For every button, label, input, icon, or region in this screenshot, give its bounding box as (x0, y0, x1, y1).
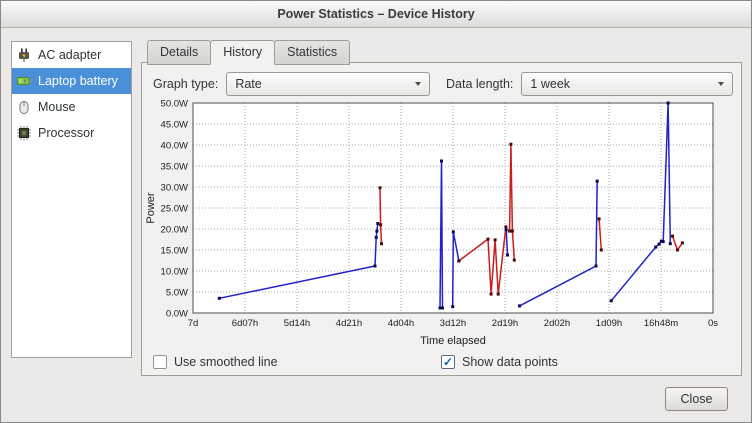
device-list: AC adapter Laptop battery M (11, 41, 132, 358)
svg-text:0s: 0s (708, 318, 718, 329)
svg-text:3d12h: 3d12h (440, 318, 466, 329)
tab-label: Statistics (287, 45, 337, 59)
checkbox-label: Use smoothed line (174, 355, 278, 369)
show-data-points-checkbox[interactable]: ✓ Show data points (441, 355, 558, 369)
svg-text:30.0W: 30.0W (161, 183, 188, 194)
close-button-label: Close (681, 392, 713, 406)
device-item-ac-adapter[interactable]: AC adapter (12, 42, 131, 68)
svg-text:5.0W: 5.0W (166, 288, 188, 299)
history-chart-area: 50.0W 45.0W 40.0W 35.0W 30.0W 25.0W 20.0W 15.0W… (141, 98, 723, 350)
svg-text:25.0W: 25.0W (161, 204, 188, 215)
tab-details[interactable]: Details (147, 40, 211, 65)
power-statistics-window: Power Statistics – Device History AC ada… (0, 0, 752, 423)
svg-text:4d04h: 4d04h (388, 318, 414, 329)
tab-history[interactable]: History (210, 40, 275, 65)
svg-text:40.0W: 40.0W (161, 141, 188, 152)
graph-type-value: Rate (235, 77, 409, 91)
processor-icon (16, 125, 32, 141)
chevron-down-icon (415, 82, 421, 86)
window-title: Power Statistics – Device History (277, 7, 474, 21)
svg-text:5d14h: 5d14h (284, 318, 310, 329)
svg-text:4d21h: 4d21h (336, 318, 362, 329)
graph-type-label: Graph type: (153, 77, 218, 91)
history-chart: 50.0W 45.0W 40.0W 35.0W 30.0W 25.0W 20.0W 15.0W… (141, 98, 723, 350)
mouse-icon (16, 99, 32, 115)
svg-text:1d09h: 1d09h (596, 318, 622, 329)
checkbox-box[interactable]: ✓ (441, 355, 455, 369)
laptop-battery-icon (16, 73, 32, 89)
device-item-mouse[interactable]: Mouse (12, 94, 131, 120)
device-item-label: Processor (38, 126, 94, 140)
data-length-label: Data length: (446, 77, 513, 91)
ac-adapter-icon (16, 47, 32, 63)
device-item-processor[interactable]: Processor (12, 120, 131, 146)
tab-bar: Details History Statistics (147, 40, 349, 65)
svg-text:45.0W: 45.0W (161, 120, 188, 131)
svg-text:2d19h: 2d19h (492, 318, 518, 329)
device-item-label: AC adapter (38, 48, 101, 62)
tab-label: History (223, 45, 262, 59)
svg-text:50.0W: 50.0W (161, 99, 188, 110)
svg-text:10.0W: 10.0W (161, 267, 188, 278)
chevron-down-icon (718, 82, 724, 86)
data-length-dropdown[interactable]: 1 week (521, 72, 733, 96)
svg-text:6d07h: 6d07h (232, 318, 258, 329)
svg-text:16h48m: 16h48m (644, 318, 678, 329)
data-length-value: 1 week (530, 77, 712, 91)
graph-controls: Graph type: Rate Data length: 1 week (153, 72, 733, 96)
svg-text:0.0W: 0.0W (166, 309, 188, 320)
tab-statistics[interactable]: Statistics (274, 40, 350, 65)
tab-label: Details (160, 45, 198, 59)
svg-text:7d: 7d (188, 318, 199, 329)
device-item-label: Mouse (38, 100, 76, 114)
svg-text:15.0W: 15.0W (161, 246, 188, 257)
svg-text:20.0W: 20.0W (161, 225, 188, 236)
svg-text:Time elapsed: Time elapsed (420, 335, 486, 347)
svg-text:2d02h: 2d02h (544, 318, 570, 329)
svg-text:Power: Power (145, 192, 157, 224)
device-item-label: Laptop battery (38, 74, 118, 88)
close-button[interactable]: Close (665, 387, 728, 411)
checkbox-label: Show data points (462, 355, 558, 369)
svg-text:35.0W: 35.0W (161, 162, 188, 173)
titlebar: Power Statistics – Device History (1, 1, 751, 28)
device-item-laptop-battery[interactable]: Laptop battery (12, 68, 131, 94)
graph-type-dropdown[interactable]: Rate (226, 72, 430, 96)
use-smoothed-line-checkbox[interactable]: Use smoothed line (153, 355, 278, 369)
checkbox-box[interactable] (153, 355, 167, 369)
